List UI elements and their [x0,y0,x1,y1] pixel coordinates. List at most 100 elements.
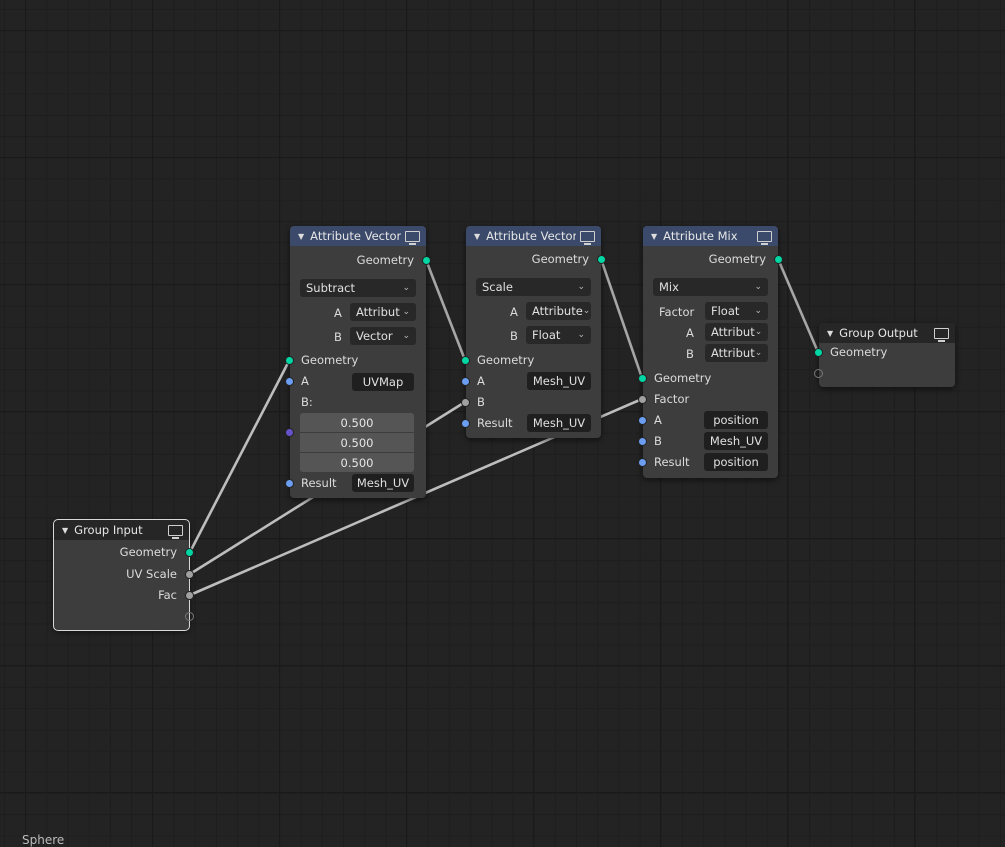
chevron-down-icon: ⌄ [402,307,410,317]
chevron-down-icon: ⌄ [754,327,763,337]
chevron-down-icon: ⌄ [577,282,585,292]
output-uv-scale-label: UV Scale [126,567,177,581]
output-geometry-row: Geometry [643,249,783,269]
input-geometry-socket[interactable] [285,355,294,365]
input-result-socket[interactable] [461,418,470,428]
input-a-attribute-field[interactable]: position [704,411,768,429]
chevron-down-icon: ⌄ [754,306,762,316]
output-fac-socket[interactable] [185,590,194,600]
input-result-socket[interactable] [638,457,647,467]
b-y-field[interactable]: 0.500 [300,433,414,452]
result-attribute-field[interactable]: Mesh_UV [352,474,414,492]
link-vector2-to-mix[interactable] [599,258,644,379]
node-attribute-mix[interactable]: ▼ Attribute Mix Geometry Mix ⌄ Factor Flo… [638,226,783,478]
b-z-field[interactable]: 0.500 [300,453,414,472]
b-type-dropdown[interactable]: Attribut ⌄ [705,344,768,362]
a-type-dropdown[interactable]: Attribut ⌄ [705,323,768,341]
node-group-output[interactable]: ▼ Group Output Geometry [814,323,955,387]
output-geometry-label: Geometry [708,252,766,266]
collapse-triangle-icon[interactable]: ▼ [474,232,480,241]
chevron-down-icon: ⌄ [402,283,410,293]
node-header[interactable]: ▼ Group Input [54,520,189,540]
empty-input-socket[interactable] [814,369,823,378]
node-group-input[interactable]: ▼ Group Input Geometry UV Scale Fac [53,519,194,631]
input-factor-label: Factor [654,392,690,406]
input-geometry-socket[interactable] [814,347,823,357]
node-header[interactable]: ▼ Attribute Mix [643,226,778,246]
input-a-socket[interactable] [461,376,470,386]
input-geometry-row: Geometry [285,350,426,370]
output-geometry-label: Geometry [531,252,589,266]
input-b-label: B [477,395,485,409]
input-geometry-socket[interactable] [638,373,647,383]
empty-output-socket[interactable] [185,612,194,621]
factor-type-value: Float [711,304,740,318]
output-geometry-row: Geometry [290,250,431,270]
operation-value: Mix [659,280,679,294]
output-uv-scale-socket[interactable] [185,569,194,579]
a-type-value: Attribute [532,304,583,318]
input-a-socket[interactable] [638,415,647,425]
node-attribute-vector-scale[interactable]: ▼ Attribute Vector Geometry Scale ⌄ A Att… [461,226,606,438]
input-factor-socket[interactable] [638,394,647,404]
result-attribute-field[interactable]: position [704,453,768,471]
chevron-down-icon: ⌄ [402,331,410,341]
a-type-value: Attribut [711,325,755,339]
factor-type-label: Factor [659,305,695,319]
link-vector1-to-vector2[interactable] [424,259,467,361]
input-result-socket[interactable] [285,478,294,488]
a-type-dropdown[interactable]: Attribute ⌄ [526,302,591,320]
b-type-dropdown[interactable]: Vector ⌄ [350,327,416,345]
collapse-triangle-icon[interactable]: ▼ [62,526,68,535]
a-type-value: Attribut [356,305,400,319]
preview-monitor-icon[interactable] [168,524,183,539]
result-attribute-field[interactable]: Mesh_UV [527,414,591,432]
input-b-socket[interactable] [461,397,470,407]
b-x-field[interactable]: 0.500 [300,413,414,432]
chevron-down-icon: ⌄ [754,282,762,292]
collapse-triangle-icon[interactable]: ▼ [827,329,833,338]
input-geometry-label: Geometry [654,371,712,385]
b-type-dropdown[interactable]: Float ⌄ [526,326,591,344]
output-geometry-row: Geometry [466,249,606,269]
chevron-down-icon: ⌄ [577,330,585,340]
input-a-attribute-field[interactable]: Mesh_UV [527,372,591,390]
input-b-row: B [461,392,601,412]
output-geometry-socket[interactable] [185,547,194,557]
input-b-socket[interactable] [638,436,647,446]
output-geometry-socket[interactable] [422,255,431,265]
collapse-triangle-icon[interactable]: ▼ [298,232,304,241]
node-header[interactable]: ▼ Attribute Vector [290,226,426,246]
node-header[interactable]: ▼ Attribute Vector [466,226,601,246]
link-groupinput-geometry-to-vector1[interactable] [188,360,291,553]
input-a-label: A [477,374,485,388]
input-b-vector-socket[interactable] [285,428,294,437]
link-mix-to-groupoutput[interactable] [776,258,820,353]
preview-monitor-icon[interactable] [757,230,772,245]
preview-monitor-icon[interactable] [405,230,420,245]
input-geometry-row: Geometry [814,342,955,362]
input-geometry-label: Geometry [301,353,359,367]
node-attribute-vector-subtract[interactable]: ▼ Attribute Vector Geometry Subtract ⌄ A … [285,226,431,498]
factor-type-dropdown[interactable]: Float ⌄ [705,302,768,320]
node-title: Group Output [839,326,918,340]
input-geometry-socket[interactable] [461,355,470,365]
a-type-dropdown[interactable]: Attribut ⌄ [350,303,416,321]
operation-dropdown[interactable]: Subtract ⌄ [300,279,416,297]
output-geometry-socket[interactable] [597,254,606,264]
output-geometry-socket[interactable] [774,254,783,264]
input-a-socket[interactable] [285,376,294,386]
b-type-value: Vector [356,329,393,343]
preview-monitor-icon[interactable] [580,230,595,245]
collapse-triangle-icon[interactable]: ▼ [651,232,657,241]
operation-dropdown[interactable]: Mix ⌄ [653,278,768,296]
node-title: Attribute Vector [486,229,576,243]
input-b-attribute-field[interactable]: Mesh_UV [704,432,768,450]
input-a-attribute-field[interactable]: UVMap [352,373,414,391]
node-header[interactable]: ▼ Group Output [819,323,955,343]
operation-dropdown[interactable]: Scale ⌄ [476,278,591,296]
preview-monitor-icon[interactable] [934,327,949,342]
node-title: Attribute Mix [663,229,738,243]
b-type-value: Attribut [711,346,755,360]
b-type-value: Float [532,328,561,342]
